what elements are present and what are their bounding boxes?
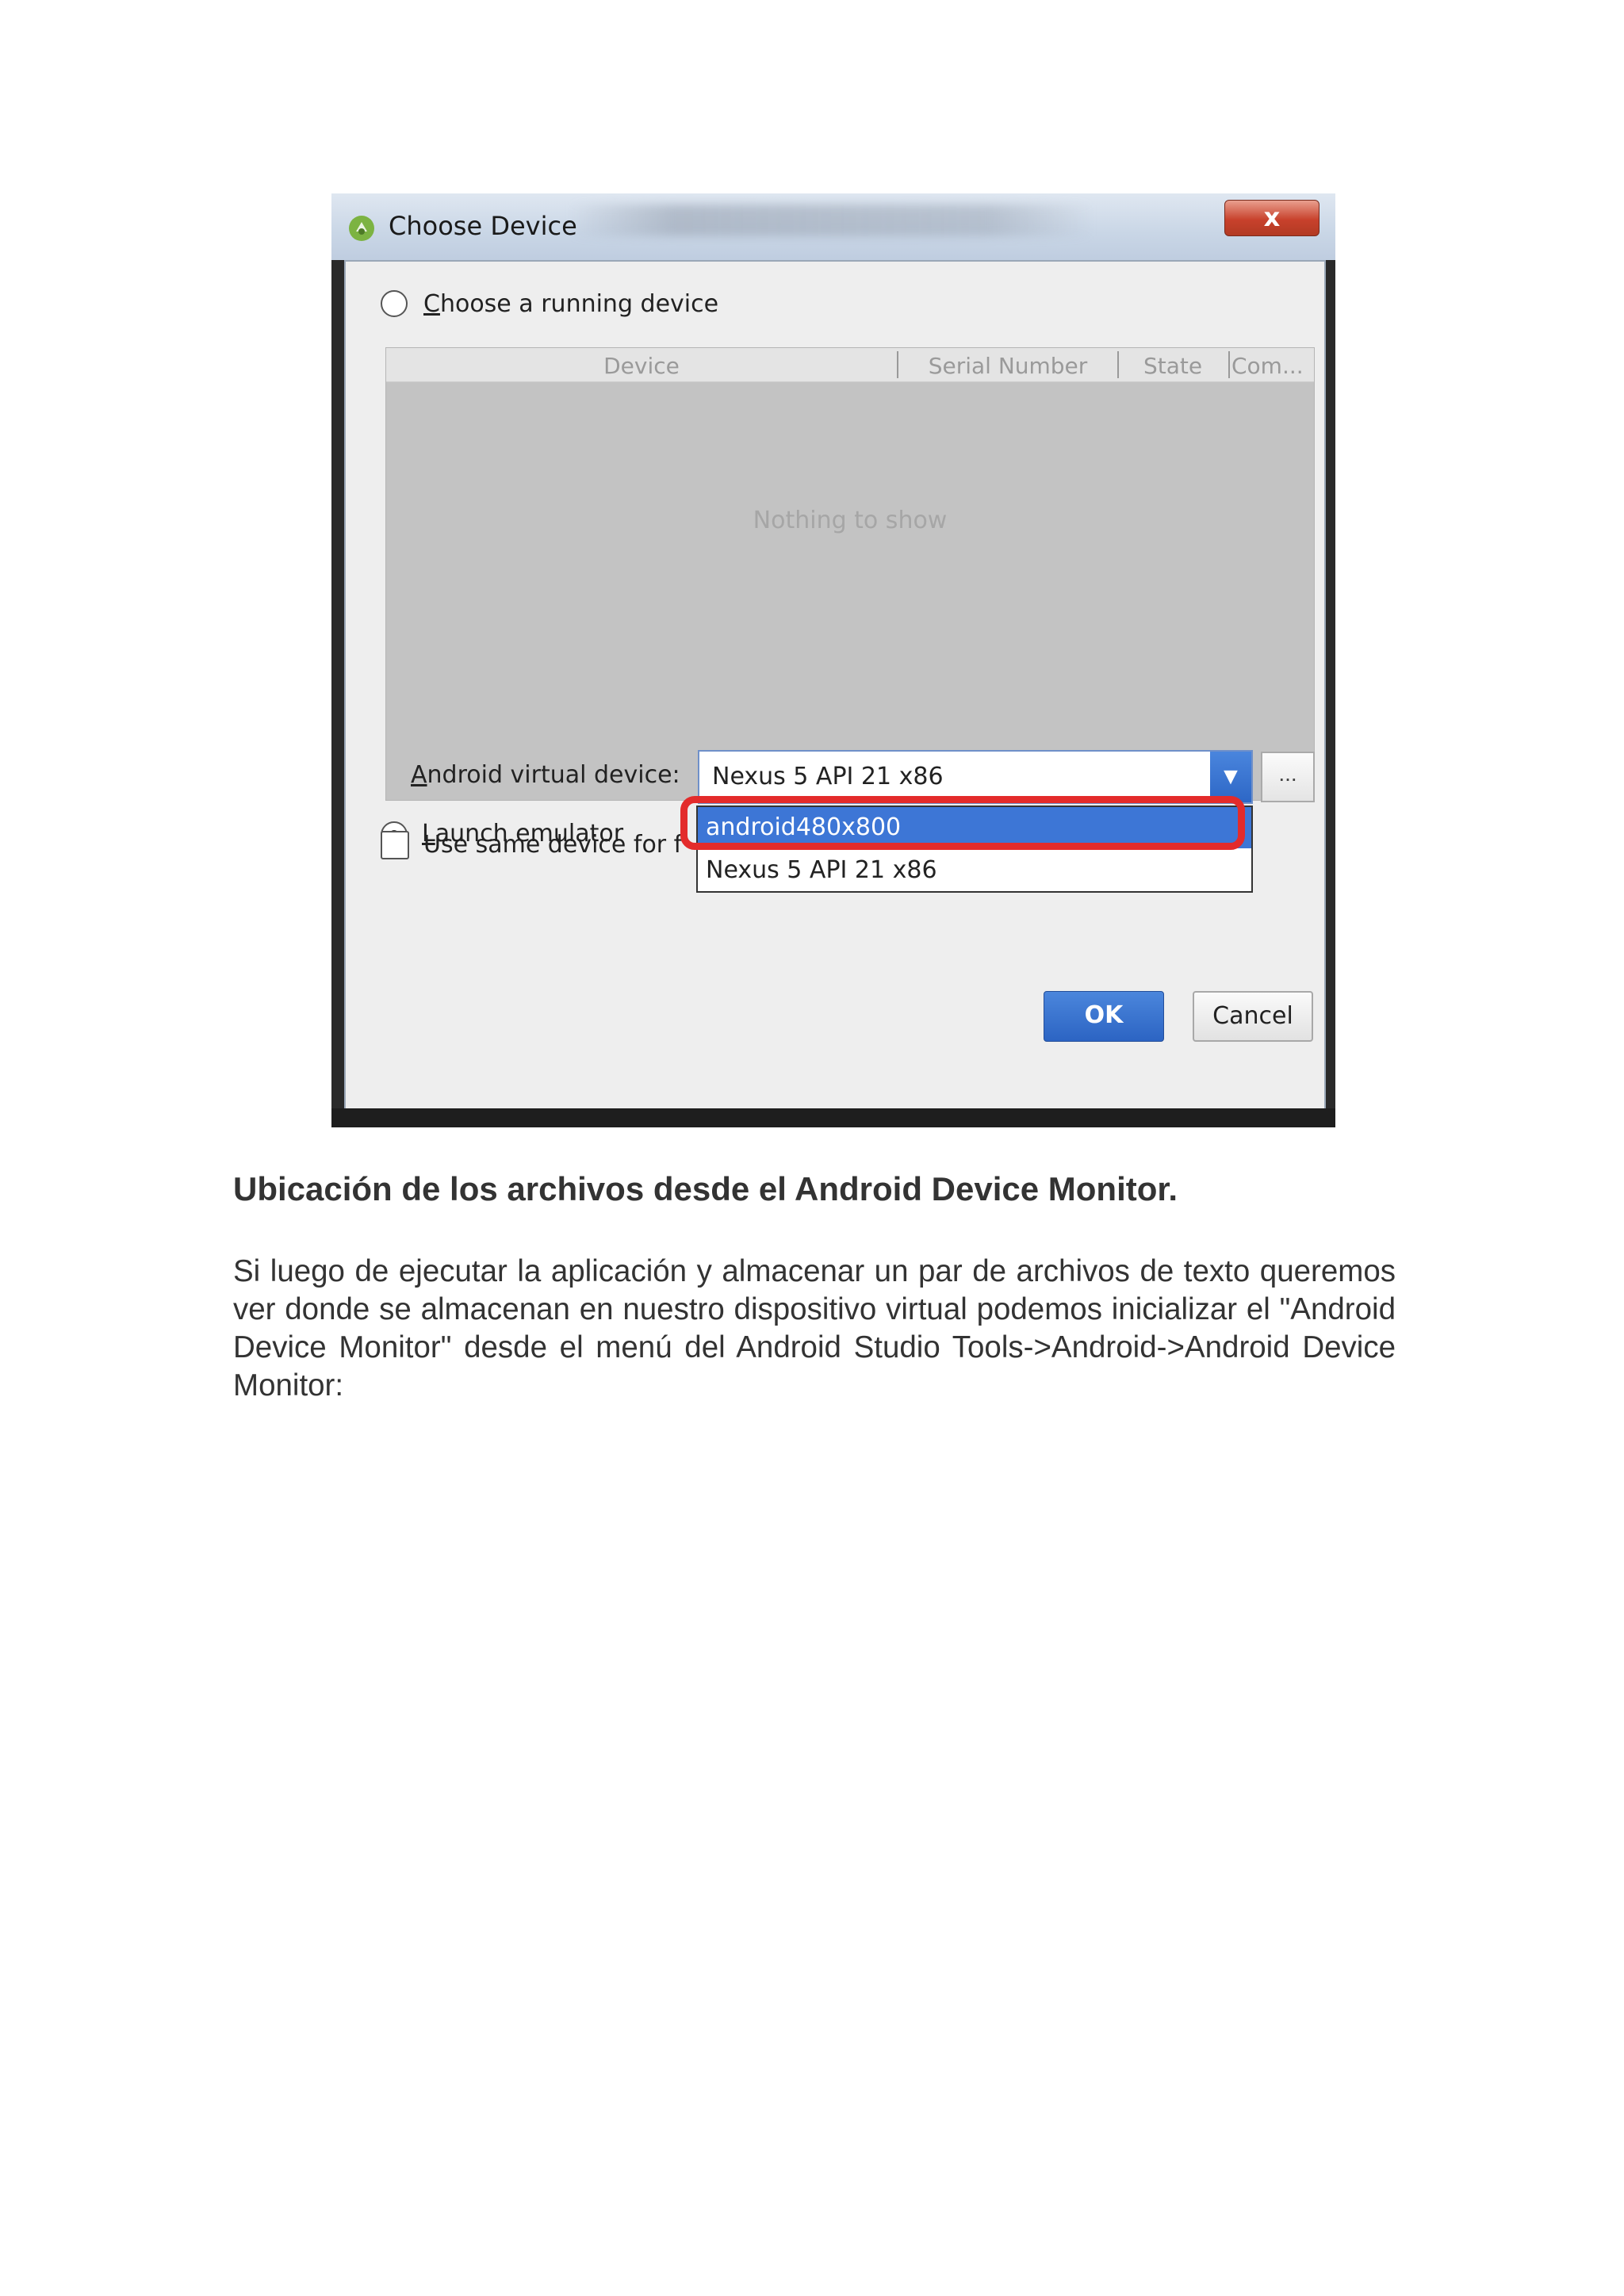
section-heading: Ubicación de los archivos desde el Andro… xyxy=(233,1170,1178,1207)
blurred-background xyxy=(569,205,1093,236)
screenshot-figure: Choose Device x Choose a running device … xyxy=(331,193,1335,1127)
same-device-checkbox[interactable] xyxy=(381,831,409,859)
chevron-down-icon[interactable]: ▼ xyxy=(1210,752,1251,802)
avd-combobox-value: Nexus 5 API 21 x86 xyxy=(712,763,944,790)
dialog-title: Choose Device xyxy=(389,211,577,241)
android-studio-icon xyxy=(349,216,374,241)
column-state[interactable]: State xyxy=(1119,353,1227,379)
dropdown-option[interactable]: Nexus 5 API 21 x86 xyxy=(698,850,1251,891)
column-divider xyxy=(1228,351,1230,378)
same-device-label: Use same device for f xyxy=(423,831,683,859)
device-table[interactable]: Device Serial Number State Com... Nothin… xyxy=(385,347,1315,801)
red-highlight-annotation xyxy=(680,796,1245,850)
avd-label: Android virtual device: xyxy=(411,761,680,789)
close-button[interactable]: x xyxy=(1224,200,1320,236)
empty-table-message: Nothing to show xyxy=(753,507,948,534)
column-serial-number[interactable]: Serial Number xyxy=(898,353,1117,379)
cancel-button[interactable]: Cancel xyxy=(1193,991,1313,1042)
device-table-header: Device Serial Number State Com... xyxy=(386,348,1314,382)
running-device-radio[interactable] xyxy=(381,290,408,317)
column-compatible[interactable]: Com... xyxy=(1231,353,1314,379)
dialog-body: Choose a running device Device Serial Nu… xyxy=(344,260,1326,1112)
running-device-label: Choose a running device xyxy=(423,290,719,318)
column-device[interactable]: Device xyxy=(386,353,897,379)
ok-button[interactable]: OK xyxy=(1044,991,1164,1042)
dialog-titlebar: Choose Device x xyxy=(331,193,1335,260)
body-paragraph: Si luego de ejecutar la aplicación y alm… xyxy=(233,1254,1396,1402)
window-bottom-edge xyxy=(331,1108,1335,1127)
avd-manager-button[interactable]: ... xyxy=(1261,752,1315,802)
